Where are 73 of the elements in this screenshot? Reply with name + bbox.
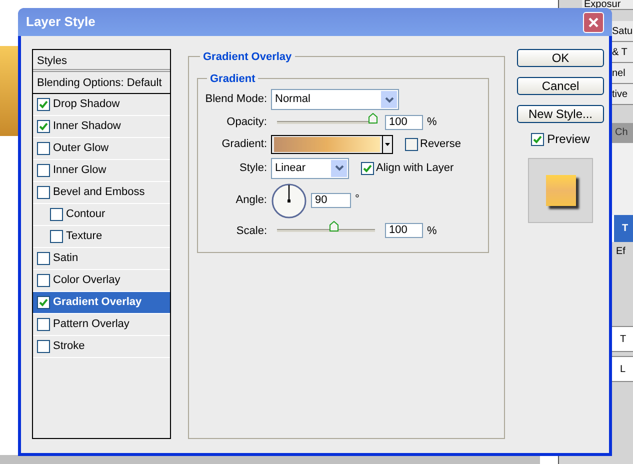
field-label: Scale: <box>235 224 267 238</box>
style-item[interactable]: Bevel and Emboss <box>33 182 170 204</box>
panel-label: Exposur <box>582 0 633 10</box>
panel-label: & T <box>612 42 633 63</box>
checkbox-label: Preview <box>547 131 590 148</box>
dialog-button[interactable]: OK <box>517 49 604 67</box>
field-label: Angle: <box>234 193 267 208</box>
unit-label: ° <box>355 192 360 206</box>
style-item[interactable]: Pattern Overlay <box>33 314 170 336</box>
field-label: Gradient: <box>220 136 267 152</box>
gradient-picker[interactable] <box>271 134 393 154</box>
checkbox[interactable] <box>37 120 50 133</box>
checkbox[interactable] <box>37 296 50 309</box>
unit-label: % <box>427 224 437 238</box>
panel-label: Satu <box>612 21 633 42</box>
field-label: Style: <box>238 160 267 176</box>
dropdown-arrow-icon <box>382 136 392 152</box>
checkbox-label: Align with Layer <box>376 160 454 176</box>
checkbox[interactable] <box>37 252 50 265</box>
style-item[interactable]: Contour <box>33 204 170 226</box>
panel-label: nel <box>612 63 633 84</box>
checkmark-icon <box>39 122 48 131</box>
angle-dial[interactable] <box>271 182 307 218</box>
checkbox[interactable] <box>531 132 544 146</box>
checkbox[interactable] <box>37 318 50 331</box>
slider-thumb[interactable] <box>368 112 378 124</box>
checkbox[interactable] <box>37 98 50 111</box>
checkbox[interactable] <box>37 340 50 353</box>
list-header: Styles <box>33 50 170 72</box>
checkmark-icon <box>39 298 48 307</box>
field-label: Blend Mode: <box>204 92 267 108</box>
close-button[interactable] <box>583 12 604 32</box>
selected-layer-row[interactable]: T <box>612 215 633 242</box>
checkbox-label: Reverse <box>420 136 461 152</box>
checkbox[interactable] <box>405 138 418 150</box>
style-item[interactable]: Inner Shadow <box>33 116 170 138</box>
checkbox[interactable] <box>37 164 50 177</box>
opacity-input[interactable]: 100 <box>385 114 423 130</box>
layer-name: T <box>612 326 633 352</box>
scale-input[interactable]: 100 <box>385 223 423 238</box>
preview-swatch <box>546 175 576 206</box>
checkbox[interactable] <box>37 274 50 287</box>
panel-label: tive <box>612 84 633 105</box>
style-item[interactable]: Outer Glow <box>33 138 170 160</box>
checkmark-icon <box>363 164 372 172</box>
unit-label: % <box>427 115 437 130</box>
section-title: Gradient Overlay <box>200 49 295 66</box>
checkbox[interactable] <box>37 142 50 155</box>
style-dropdown[interactable]: Linear <box>271 158 349 178</box>
field-label: Opacity: <box>226 115 267 130</box>
checkbox[interactable] <box>50 208 63 221</box>
slider-thumb[interactable] <box>328 221 339 232</box>
panel-tab[interactable]: Ch <box>612 123 633 143</box>
dialog-button[interactable]: Cancel <box>517 77 604 95</box>
angle-input[interactable]: 90 <box>311 193 351 208</box>
close-icon <box>588 16 599 28</box>
checkbox[interactable] <box>37 186 50 199</box>
style-item[interactable]: Drop Shadow <box>33 94 170 116</box>
list-item[interactable]: Blending Options: Default <box>33 72 170 94</box>
style-item[interactable]: Texture <box>33 226 170 248</box>
checkbox[interactable] <box>50 230 63 243</box>
blend-mode-dropdown[interactable]: Normal <box>271 89 399 110</box>
window-title: Layer Style <box>26 13 96 32</box>
style-item[interactable]: Inner Glow <box>33 160 170 182</box>
style-item[interactable]: Gradient Overlay <box>33 292 170 314</box>
checkbox[interactable] <box>361 162 374 174</box>
dialog-button[interactable]: New Style... <box>517 105 604 123</box>
effects-label: Ef <box>615 245 626 259</box>
style-item[interactable]: Stroke <box>33 336 170 358</box>
checkmark-icon <box>39 100 48 109</box>
style-item[interactable]: Satin <box>33 248 170 270</box>
layer-name: L <box>612 356 633 382</box>
checkmark-icon <box>533 134 542 144</box>
